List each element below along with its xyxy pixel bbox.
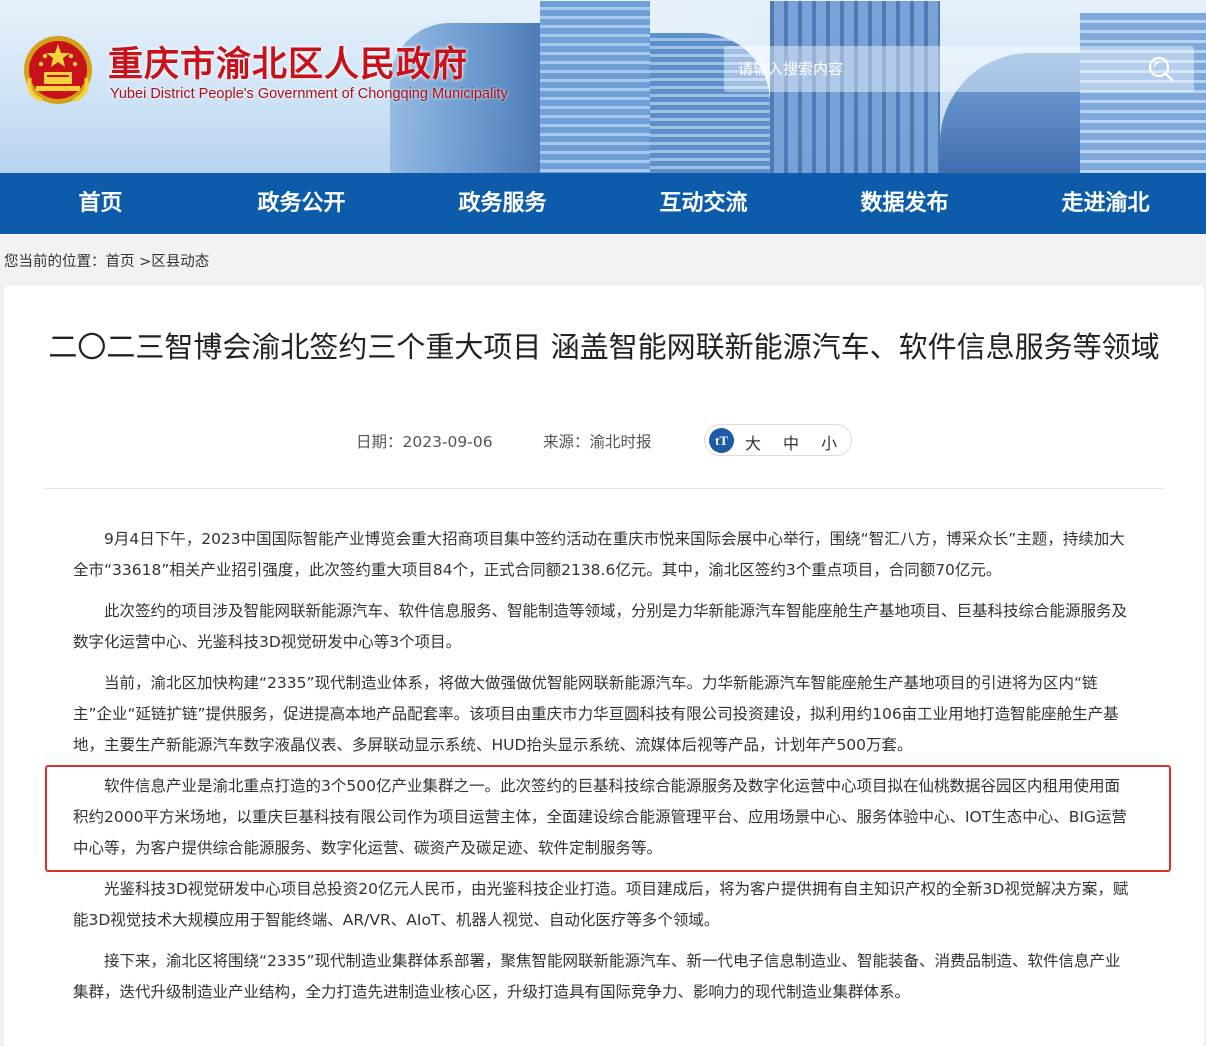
banner-building [540,1,650,173]
search-input[interactable] [738,57,1138,81]
breadcrumb-prefix: 您当前的位置： [4,254,106,270]
nav-item-about-yubei[interactable]: 走进渝北 [1005,173,1206,234]
banner-building [1080,13,1206,173]
nav-item-data[interactable]: 数据发布 [804,173,1005,234]
title-divider [44,488,1164,489]
article-paragraph: 光鉴科技3D视觉研发中心项目总投资20亿元人民币，由光鉴科技企业打造。项目建成后… [73,880,1129,929]
breadcrumb-separator: > [134,254,152,270]
nav-item-government-affairs[interactable]: 政务公开 [201,173,402,234]
breadcrumb-home[interactable]: 首页 [106,254,135,270]
article-title: 二〇二三智博会渝北签约三个重大项目 涵盖智能网联新能源汽车、软件信息服务等领域 [48,330,1160,364]
header-banner: 重庆市渝北区人民政府 Yubei District People's Gover… [0,0,1206,173]
site-subtitle: Yubei District People's Government of Ch… [110,86,508,102]
article-meta: 日期：2023-09-06 来源：渝北时报 tT 大 中 小 [4,424,1204,458]
breadcrumb-current[interactable]: 区县动态 [151,254,209,270]
nav-item-services[interactable]: 政务服务 [402,173,603,234]
font-size-small-button[interactable]: 小 [821,430,837,454]
article-paragraph: 当前，渝北区加快构建“2335”现代制造业体系，将做大做强做优智能网联新能源汽车… [73,674,1119,754]
breadcrumb: 您当前的位置：首页 >区县动态 [0,234,1206,286]
national-emblem-icon[interactable] [22,34,94,106]
article-body: 9月4日下午，2023中国国际智能产业博览会重大招商项目集中签约活动在重庆市悦来… [73,524,1135,1018]
article-paragraph: 此次签约的项目涉及智能网联新能源汽车、软件信息服务、智能制造等领域，分别是力华新… [73,602,1128,651]
nav-item-interaction[interactable]: 互动交流 [603,173,804,234]
search-icon[interactable] [1146,54,1176,84]
font-size-medium-button[interactable]: 中 [783,430,799,454]
font-size-switch: tT 大 中 小 [704,424,852,456]
font-size-large-button[interactable]: 大 [745,430,761,454]
article-date: 日期：2023-09-06 [356,433,493,451]
article-paragraph: 9月4日下午，2023中国国际智能产业博览会重大招商项目集中签约活动在重庆市悦来… [73,530,1125,579]
article-paragraph-highlighted: 软件信息产业是渝北重点打造的3个500亿产业集群之一。此次签约的巨基科技综合能源… [73,777,1127,857]
article-source: 来源：渝北时报 [543,433,652,451]
main-nav: 首页 政务公开 政务服务 互动交流 数据发布 走进渝北 [0,173,1206,234]
site-title[interactable]: 重庆市渝北区人民政府 [108,36,468,87]
article-paragraph: 接下来，渝北区将围绕“2335”现代制造业集群体系部署，聚焦智能网联新能源汽车、… [73,952,1121,1001]
article-card: 二〇二三智博会渝北签约三个重大项目 涵盖智能网联新能源汽车、软件信息服务等领域 … [4,286,1204,1046]
nav-item-home[interactable]: 首页 [0,173,201,234]
font-size-icon: tT [709,428,734,453]
